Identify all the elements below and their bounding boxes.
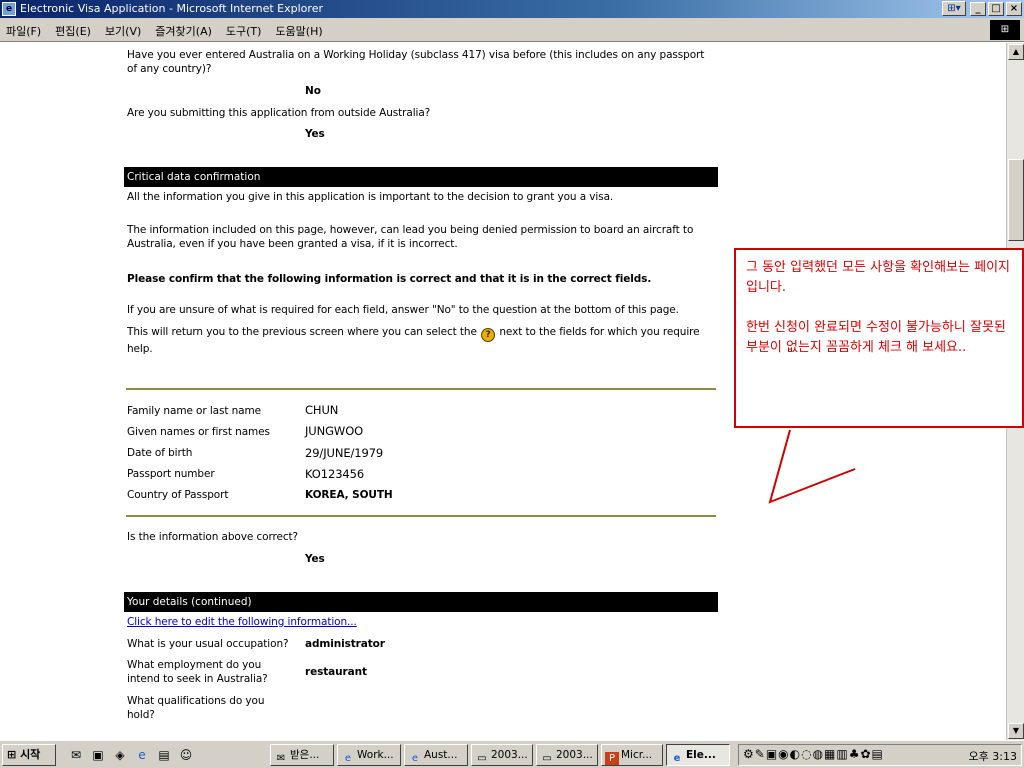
maximize-button[interactable]: □	[988, 2, 1004, 16]
section-your-details: Your details (continued)	[124, 592, 718, 612]
start-label: 시작	[20, 748, 41, 761]
question-info-correct: Is the information above correct?	[127, 531, 298, 543]
taskbar-item-powerpoint[interactable]: P Micr...	[601, 744, 663, 766]
desktop-icon[interactable]: ▣	[90, 747, 106, 763]
powerpoint-icon: P	[605, 752, 619, 765]
help-icon: ?	[481, 328, 496, 342]
ie-quicklaunch-icon[interactable]: e	[134, 747, 150, 763]
menu-favorites[interactable]: 즐겨찾기(A)	[155, 23, 212, 39]
critical-paragraph-5: This will return you to the previous scr…	[127, 325, 717, 356]
field-label-dob: Date of birth	[127, 447, 193, 459]
mail-icon: ✉	[276, 753, 286, 764]
field-label-family-name: Family name or last name	[127, 405, 261, 417]
windows-logo-icon: ⊞	[7, 748, 17, 761]
field-label-given-names: Given names or first names	[127, 426, 270, 438]
app-icon: ▭	[542, 753, 552, 764]
answer-whv-before: No	[305, 85, 321, 97]
annotation-callout: 그 동안 입력했던 모든 사항을 확인해보는 페이지입니다. 한번 신청이 완료…	[734, 248, 1024, 428]
critical-paragraph-1: All the information you give in this app…	[127, 191, 614, 203]
critical-paragraph-2: The information included on this page, h…	[127, 224, 694, 250]
menu-bar: 파일(F) 편집(E) 보기(V) 즐겨찾기(A) 도구(T) 도움말(H) ⊞	[0, 18, 1024, 42]
taskbar-item-aust[interactable]: e Aust...	[404, 744, 468, 766]
ie-icon: e	[673, 753, 681, 764]
ie-icon: e	[344, 753, 352, 764]
question-whv-before: Have you ever entered Australia on a Wor…	[127, 49, 705, 75]
taskbar-item-2003-a[interactable]: ▭ 2003...	[471, 744, 533, 766]
answer-outside-australia: Yes	[305, 128, 325, 140]
close-button[interactable]: ×	[1006, 2, 1022, 16]
field-value-country-passport: KOREA, SOUTH	[305, 489, 393, 501]
critical-p5-pre: This will return you to the previous scr…	[127, 326, 477, 338]
section-critical-data: Critical data confirmation	[124, 167, 718, 187]
system-tray: ⚙✎▣◉◐◌◍▦▥♣✿▤ 오후 3:13	[738, 744, 1022, 766]
clock: 오후 3:13	[968, 750, 1017, 763]
scroll-up-icon[interactable]: ▲	[1008, 44, 1024, 60]
divider-bottom	[126, 515, 716, 517]
qualifications-label: What qualifications do you hold?	[127, 695, 265, 721]
start-button[interactable]: ⊞ 시작	[2, 744, 56, 766]
media-icon[interactable]: ◈	[112, 747, 128, 763]
field-value-family-name: CHUN	[305, 403, 339, 417]
taskbar-item-electronic-visa[interactable]: e Ele...	[666, 744, 730, 766]
field-value-given-names: JUNGWOO	[305, 424, 364, 438]
occupation-value: administrator	[305, 638, 385, 650]
callout-text: 그 동안 입력했던 모든 사항을 확인해보는 페이지입니다. 한번 신청이 완료…	[746, 258, 1021, 358]
field-value-passport-number: KO123456	[305, 467, 365, 481]
menu-help[interactable]: 도움말(H)	[275, 23, 322, 39]
employment-label: What employment do you intend to seek in…	[127, 659, 268, 685]
taskbar-item-mail[interactable]: ✉ 받은...	[270, 744, 334, 766]
window-title: Electronic Visa Application - Microsoft …	[20, 2, 323, 15]
callout-line-1: 그 동안 입력했던 모든 사항을 확인해보는 페이지입니다.	[746, 260, 1010, 295]
critical-paragraph-4: If you are unsure of what is required fo…	[127, 304, 679, 316]
critical-paragraph-3: Please confirm that the following inform…	[127, 273, 652, 285]
field-label-passport-number: Passport number	[127, 468, 215, 480]
windows-flag-icon: ⊞	[990, 20, 1020, 40]
ie-icon: e	[411, 753, 419, 764]
windows-logo-icon: ⊞▾	[942, 1, 966, 16]
minimize-button[interactable]: _	[970, 2, 986, 16]
messenger-icon[interactable]: ☺	[178, 747, 194, 763]
menu-file[interactable]: 파일(F)	[6, 23, 41, 39]
menu-edit[interactable]: 편집(E)	[55, 23, 91, 39]
edit-info-link[interactable]: Click here to edit the following informa…	[127, 615, 357, 629]
field-label-country-passport: Country of Passport	[127, 489, 229, 501]
scroll-thumb[interactable]	[1008, 159, 1024, 241]
occupation-label: What is your usual occupation?	[127, 638, 289, 650]
menu-view[interactable]: 보기(V)	[105, 23, 141, 39]
folder-icon[interactable]: ▤	[156, 747, 172, 763]
answer-info-correct: Yes	[305, 553, 325, 565]
ie-icon[interactable]: e	[2, 2, 16, 16]
field-value-dob: 29/JUNE/1979	[305, 446, 384, 460]
taskbar-item-work[interactable]: e Work...	[337, 744, 401, 766]
title-bar: e Electronic Visa Application - Microsof…	[0, 0, 1024, 18]
employment-value: restaurant	[305, 666, 367, 678]
taskbar-item-2003-b[interactable]: ▭ 2003...	[536, 744, 598, 766]
tray-icons[interactable]: ⚙✎▣◉◐◌◍▦▥♣✿▤	[743, 747, 884, 761]
menu-tools[interactable]: 도구(T)	[226, 23, 262, 39]
divider-top	[126, 388, 716, 390]
scroll-down-icon[interactable]: ▼	[1008, 723, 1024, 739]
app-icon: ▭	[477, 753, 487, 764]
outlook-icon[interactable]: ✉	[68, 747, 84, 763]
taskbar: ⊞ 시작 ✉ ▣ ◈ e ▤ ☺ ✉ 받은... e Work... e Aust..…	[0, 740, 1024, 768]
callout-line-2: 한번 신청이 완료되면 수정이 불가능하니 잘못된 부분이 없는지 꼼꼼하게 체…	[746, 320, 1006, 355]
question-outside-australia: Are you submitting this application from…	[127, 107, 431, 119]
